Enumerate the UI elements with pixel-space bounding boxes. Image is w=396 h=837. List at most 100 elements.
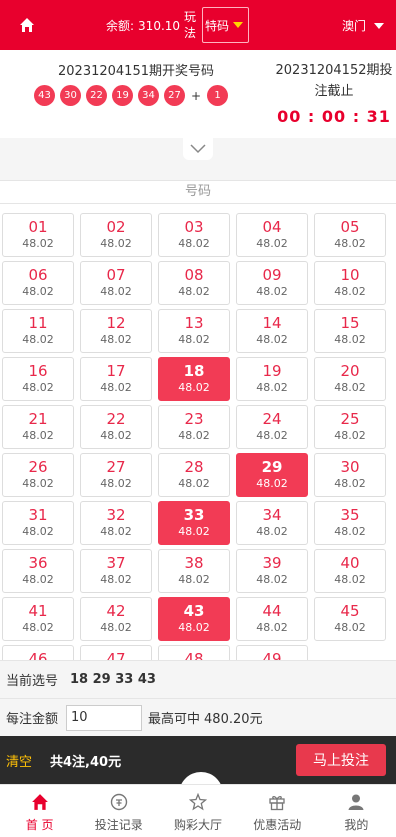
number-label: 39: [262, 554, 282, 572]
caret-down-icon: [233, 22, 244, 28]
number-cell[interactable]: 41 48.02: [2, 597, 74, 641]
tab-label: 我的: [344, 818, 369, 832]
balance-value: 310.10: [138, 19, 181, 33]
tab-home[interactable]: 首 页: [0, 785, 79, 837]
odds-label: 48.02: [256, 429, 288, 442]
number-cell[interactable]: 44 48.02: [236, 597, 308, 641]
odds-label: 48.02: [334, 381, 366, 394]
number-cell[interactable]: 38 48.02: [158, 549, 230, 593]
number-cell[interactable]: 19 48.02: [236, 357, 308, 401]
number-cell[interactable]: 05 48.02: [314, 213, 386, 257]
expand-button[interactable]: [183, 138, 213, 160]
number-cell[interactable]: 23 48.02: [158, 405, 230, 449]
number-cell[interactable]: 30 48.02: [314, 453, 386, 497]
number-cell[interactable]: 45 48.02: [314, 597, 386, 641]
number-cell[interactable]: 36 48.02: [2, 549, 74, 593]
number-cell[interactable]: 4848.02: [158, 645, 230, 660]
home-button[interactable]: [10, 10, 44, 40]
number-cell[interactable]: 04 48.02: [236, 213, 308, 257]
special-ball: 1: [207, 85, 229, 106]
number-label: 24: [262, 410, 282, 428]
number-cell[interactable]: 31 48.02: [2, 501, 74, 545]
number-cell[interactable]: 20 48.02: [314, 357, 386, 401]
bet-amount-label: 每注金额: [6, 712, 59, 727]
number-cell[interactable]: 16 48.02: [2, 357, 74, 401]
number-cell[interactable]: 33 48.02: [158, 501, 230, 545]
number-cell[interactable]: 28 48.02: [158, 453, 230, 497]
odds-label: 48.02: [178, 381, 210, 394]
number-cell[interactable]: 13 48.02: [158, 309, 230, 353]
odds-label: 48.02: [334, 285, 366, 298]
odds-label: 48.02: [100, 429, 132, 442]
number-cell[interactable]: 17 48.02: [80, 357, 152, 401]
number-cell[interactable]: 29 48.02: [236, 453, 308, 497]
number-grid-area: 01 48.02 02 48.02 03 48.02 04 48.02 05 48.02 06 48.…: [0, 204, 396, 660]
number-label: 38: [184, 554, 204, 572]
number-label: 20: [340, 362, 360, 380]
number-cell[interactable]: 4748.02: [80, 645, 152, 660]
number-cell[interactable]: 01 48.02: [2, 213, 74, 257]
number-cell[interactable]: 12 48.02: [80, 309, 152, 353]
number-cell[interactable]: 43 48.02: [158, 597, 230, 641]
odds-label: 48.02: [334, 573, 366, 586]
tab-profile[interactable]: 我的: [317, 785, 396, 837]
number-label: 26: [28, 458, 48, 476]
max-win-label: 最高可中: [148, 712, 201, 727]
number-cell[interactable]: 39 48.02: [236, 549, 308, 593]
number-label: 15: [340, 314, 360, 332]
tab-label: 购彩大厅: [174, 818, 223, 832]
number-cell[interactable]: 06 48.02: [2, 261, 74, 305]
number-cell[interactable]: 15 48.02: [314, 309, 386, 353]
odds-label: 48.02: [256, 477, 288, 490]
countdown: 00 : 00 : 31: [277, 107, 391, 126]
odds-label: 48.02: [100, 285, 132, 298]
odds-label: 48.02: [22, 573, 54, 586]
number-cell[interactable]: 26 48.02: [2, 453, 74, 497]
number-cell[interactable]: 42 48.02: [80, 597, 152, 641]
odds-label: 48.02: [334, 621, 366, 634]
number-label: 23: [184, 410, 204, 428]
odds-label: 48.02: [334, 477, 366, 490]
odds-label: 48.02: [22, 237, 54, 250]
number-cell[interactable]: 03 48.02: [158, 213, 230, 257]
number-cell[interactable]: 18 48.02: [158, 357, 230, 401]
number-cell[interactable]: 34 48.02: [236, 501, 308, 545]
odds-label: 48.02: [100, 621, 132, 634]
number-cell[interactable]: 08 48.02: [158, 261, 230, 305]
submit-bet-button[interactable]: 马上投注: [296, 744, 386, 776]
number-cell[interactable]: 32 48.02: [80, 501, 152, 545]
tab-lottery-hall[interactable]: 购彩大厅: [158, 785, 237, 837]
number-label: 04: [262, 218, 282, 236]
bet-amount-input[interactable]: [66, 704, 143, 731]
record-icon: [109, 792, 129, 812]
number-cell[interactable]: 35 48.02: [314, 501, 386, 545]
region-value: 澳门: [341, 19, 366, 33]
number-cell[interactable]: 22 48.02: [80, 405, 152, 449]
odds-label: 48.02: [100, 525, 132, 538]
draw-ball: 43: [34, 85, 55, 106]
odds-label: 48.02: [178, 333, 210, 346]
play-type-select[interactable]: 特码: [202, 7, 249, 43]
home-icon: [30, 792, 50, 812]
number-cell[interactable]: 14 48.02: [236, 309, 308, 353]
number-cell[interactable]: 10 48.02: [314, 261, 386, 305]
number-label: 25: [340, 410, 360, 428]
number-cell[interactable]: 25 48.02: [314, 405, 386, 449]
number-cell[interactable]: 27 48.02: [80, 453, 152, 497]
next-draw: 20231204152期投 注截止 00 : 00 : 31: [272, 60, 396, 127]
tab-bet-records[interactable]: 投注记录: [79, 785, 158, 837]
number-cell[interactable]: 4948.02: [236, 645, 308, 660]
number-cell[interactable]: 40 48.02: [314, 549, 386, 593]
number-cell[interactable]: 37 48.02: [80, 549, 152, 593]
tab-promotions[interactable]: 优惠活动: [238, 785, 317, 837]
number-cell[interactable]: 07 48.02: [80, 261, 152, 305]
next-draw-line1: 20231204152期投: [275, 63, 393, 78]
number-cell[interactable]: 02 48.02: [80, 213, 152, 257]
number-cell[interactable]: 09 48.02: [236, 261, 308, 305]
region-select[interactable]: 澳门: [342, 17, 384, 34]
number-cell[interactable]: 24 48.02: [236, 405, 308, 449]
number-cell[interactable]: 21 48.02: [2, 405, 74, 449]
clear-button[interactable]: 清空: [6, 751, 32, 770]
number-cell[interactable]: 4648.02: [2, 645, 74, 660]
number-cell[interactable]: 11 48.02: [2, 309, 74, 353]
